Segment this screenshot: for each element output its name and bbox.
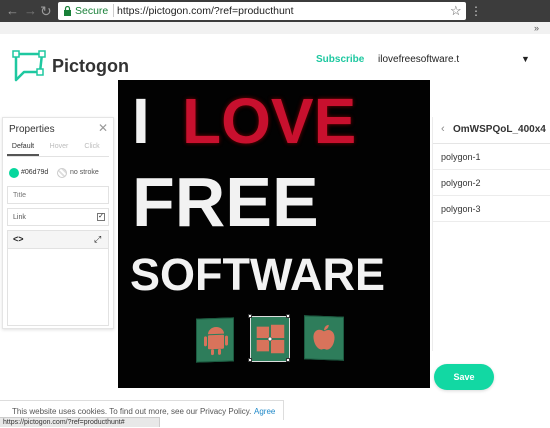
- address-bar[interactable]: Secure https://pictogon.com/?ref=product…: [58, 2, 466, 20]
- browser-toolbar: ← → ↻ Secure https://pictogon.com/?ref=p…: [0, 0, 550, 22]
- expand-icon[interactable]: ⤢: [94, 233, 101, 246]
- cookie-text: This website uses cookies. To find out m…: [12, 407, 252, 416]
- panel-title: Properties: [9, 124, 55, 135]
- chevron-left-icon[interactable]: ‹: [441, 122, 445, 136]
- brand-name: Pictogon: [52, 56, 129, 76]
- android-icon: [204, 326, 228, 356]
- polygon-1-shape[interactable]: [196, 317, 234, 363]
- subscribe-link[interactable]: Subscribe: [316, 53, 364, 67]
- status-bar-url: https://pictogon.com/?ref=producthunt#: [0, 417, 160, 427]
- lock-icon: [64, 6, 71, 16]
- canvas-text-software: SOFTWARE: [130, 249, 385, 300]
- tab-default[interactable]: Default: [7, 142, 39, 156]
- resize-handle[interactable]: [286, 314, 290, 318]
- user-menu[interactable]: ilovefreesoftware.t: [378, 53, 459, 67]
- forward-arrow-icon[interactable]: →: [24, 3, 38, 19]
- stroke-color-swatch[interactable]: [57, 168, 67, 178]
- link-label: Link: [13, 214, 26, 221]
- code-icon[interactable]: <>: [13, 233, 24, 246]
- divider: [7, 156, 109, 157]
- back-arrow-icon[interactable]: ←: [6, 3, 20, 19]
- reload-icon[interactable]: ↻: [40, 2, 54, 20]
- fill-color-swatch[interactable]: [9, 168, 19, 178]
- properties-panel: Properties ✕ Default Hover Click #06d79d…: [2, 117, 114, 329]
- layer-item-polygon-2[interactable]: polygon-2: [433, 170, 550, 196]
- polygon-3-shape[interactable]: [304, 315, 344, 361]
- secure-label: Secure: [75, 5, 109, 17]
- fill-color-value: #06d79d: [21, 169, 49, 176]
- logo-icon[interactable]: [12, 50, 46, 82]
- link-checkbox[interactable]: ✓: [97, 213, 105, 221]
- close-icon[interactable]: ✕: [98, 121, 108, 135]
- tab-click[interactable]: Click: [78, 142, 106, 156]
- image-name: OmWSPQoL_400x4: [453, 124, 546, 135]
- canvas-text-i: I: [132, 85, 150, 157]
- resize-handle[interactable]: [248, 314, 252, 318]
- resize-handle[interactable]: [248, 358, 252, 362]
- caret-down-icon[interactable]: ▼: [521, 52, 530, 66]
- layer-item-polygon-3[interactable]: polygon-3: [433, 196, 550, 222]
- url-separator: [113, 4, 114, 17]
- extensions-bar: »: [0, 22, 550, 34]
- canvas-text-love: LOVE: [182, 85, 357, 157]
- resize-handle[interactable]: [286, 358, 290, 362]
- code-toolbar: <> ⤢: [8, 231, 108, 249]
- stroke-color-value: no stroke: [70, 169, 99, 176]
- cookie-agree-button[interactable]: Agree: [254, 407, 275, 417]
- code-editor[interactable]: <> ⤢: [7, 230, 109, 326]
- save-button[interactable]: Save: [434, 364, 494, 390]
- title-input[interactable]: [7, 186, 109, 204]
- windows-icon: [256, 324, 285, 354]
- overflow-chevron-icon[interactable]: »: [534, 22, 539, 34]
- url-text[interactable]: https://pictogon.com/?ref=producthunt: [117, 4, 294, 18]
- star-icon[interactable]: ☆: [450, 3, 464, 19]
- image-canvas[interactable]: I LOVE FREE SOFTWARE: [118, 80, 430, 388]
- link-row: Link ✓: [7, 208, 109, 226]
- canvas-text-free: FREE: [132, 163, 319, 241]
- tab-hover[interactable]: Hover: [45, 142, 73, 156]
- polygon-2-shape[interactable]: [248, 314, 290, 362]
- layers-panel: ‹ OmWSPQoL_400x4 polygon-1 polygon-2 pol…: [432, 117, 550, 351]
- apple-icon: [313, 324, 335, 350]
- layer-item-polygon-1[interactable]: polygon-1: [433, 144, 550, 170]
- browser-menu-icon[interactable]: ⋮: [470, 2, 482, 20]
